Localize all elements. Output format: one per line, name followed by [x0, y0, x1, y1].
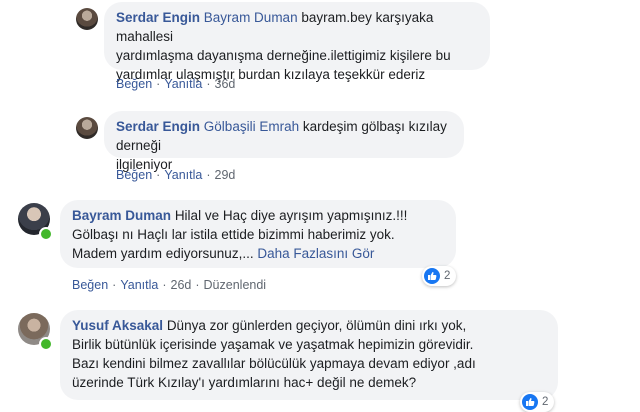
mention-link[interactable]: Bayram Duman [204, 10, 298, 25]
comment-text-line: Dünya zor günlerden geçiyor, ölümün dini… [166, 318, 467, 333]
edited-label[interactable]: Düzenlendi [204, 278, 267, 292]
see-more-link[interactable]: Daha Fazlasını Gör [257, 246, 374, 261]
online-status-icon [39, 227, 53, 241]
comment-bubble: Bayram Duman Hilal ve Haç diye ayrışım y… [60, 200, 456, 268]
like-link[interactable]: Beğen [116, 77, 152, 91]
reply-link[interactable]: Yanıtla [164, 168, 202, 182]
comment-bubble: Yusuf Aksakal Dünya zor günlerden geçiyo… [60, 310, 558, 400]
like-link[interactable]: Beğen [72, 278, 108, 292]
comment-text-line: yardımlaşma dayanışma derneğine.ilettigi… [116, 48, 451, 63]
reaction-count: 2 [444, 270, 451, 282]
comment-author[interactable]: Yusuf Aksakal [72, 318, 163, 333]
comment-actions: Beğen · Yanıtla · 29d [116, 168, 236, 182]
thumbs-up-icon [424, 268, 440, 284]
comment-bubble: Serdar Engin Bayram Duman bayram.bey kar… [104, 2, 490, 82]
comment-text-line: Bazı kendini bilmez zavallılar bölücülük… [72, 356, 476, 371]
reply-link[interactable]: Yanıtla [120, 278, 158, 292]
comment-text-line: üzerinde Türk Kızılay'ı yardımlarını hac… [72, 375, 417, 390]
timestamp[interactable]: 26d [171, 278, 192, 292]
reply-link[interactable]: Yanıtla [164, 77, 202, 91]
mention-link[interactable]: Gölbaşili Emrah [204, 119, 299, 134]
comment-bubble: Serdar Engin Gölbaşili Emrah kardeşim gö… [104, 111, 464, 172]
comment-author[interactable]: Bayram Duman [72, 208, 171, 223]
comment-text-line: Hilal ve Haç diye ayrışım yapmışınız.!!! [174, 208, 408, 223]
comment-actions: Beğen · Yanıtla · 26d · Düzenlendi [72, 278, 267, 292]
comment-text-line: Gölbaşı nı Haçlı lar istila ettide bizim… [72, 227, 395, 242]
avatar[interactable] [76, 117, 98, 139]
like-link[interactable]: Beğen [116, 168, 152, 182]
online-status-icon [39, 337, 53, 351]
comment-text-line: Birlik bütünlük içerisinde yaşamak ve ya… [72, 337, 474, 352]
comment-author[interactable]: Serdar Engin [116, 10, 200, 25]
comment-actions: Beğen · Yanıtla · 36d [116, 77, 236, 91]
avatar[interactable] [76, 8, 98, 30]
timestamp[interactable]: 36d [215, 77, 236, 91]
comment-text-line: Madem yardım ediyorsunuz,... [72, 246, 254, 261]
thumbs-up-icon [522, 394, 538, 410]
timestamp[interactable]: 29d [215, 168, 236, 182]
reaction-badge[interactable]: 2 [520, 392, 555, 412]
reaction-badge[interactable]: 2 [422, 266, 457, 286]
comment-author[interactable]: Serdar Engin [116, 119, 200, 134]
reaction-count: 2 [542, 396, 549, 408]
